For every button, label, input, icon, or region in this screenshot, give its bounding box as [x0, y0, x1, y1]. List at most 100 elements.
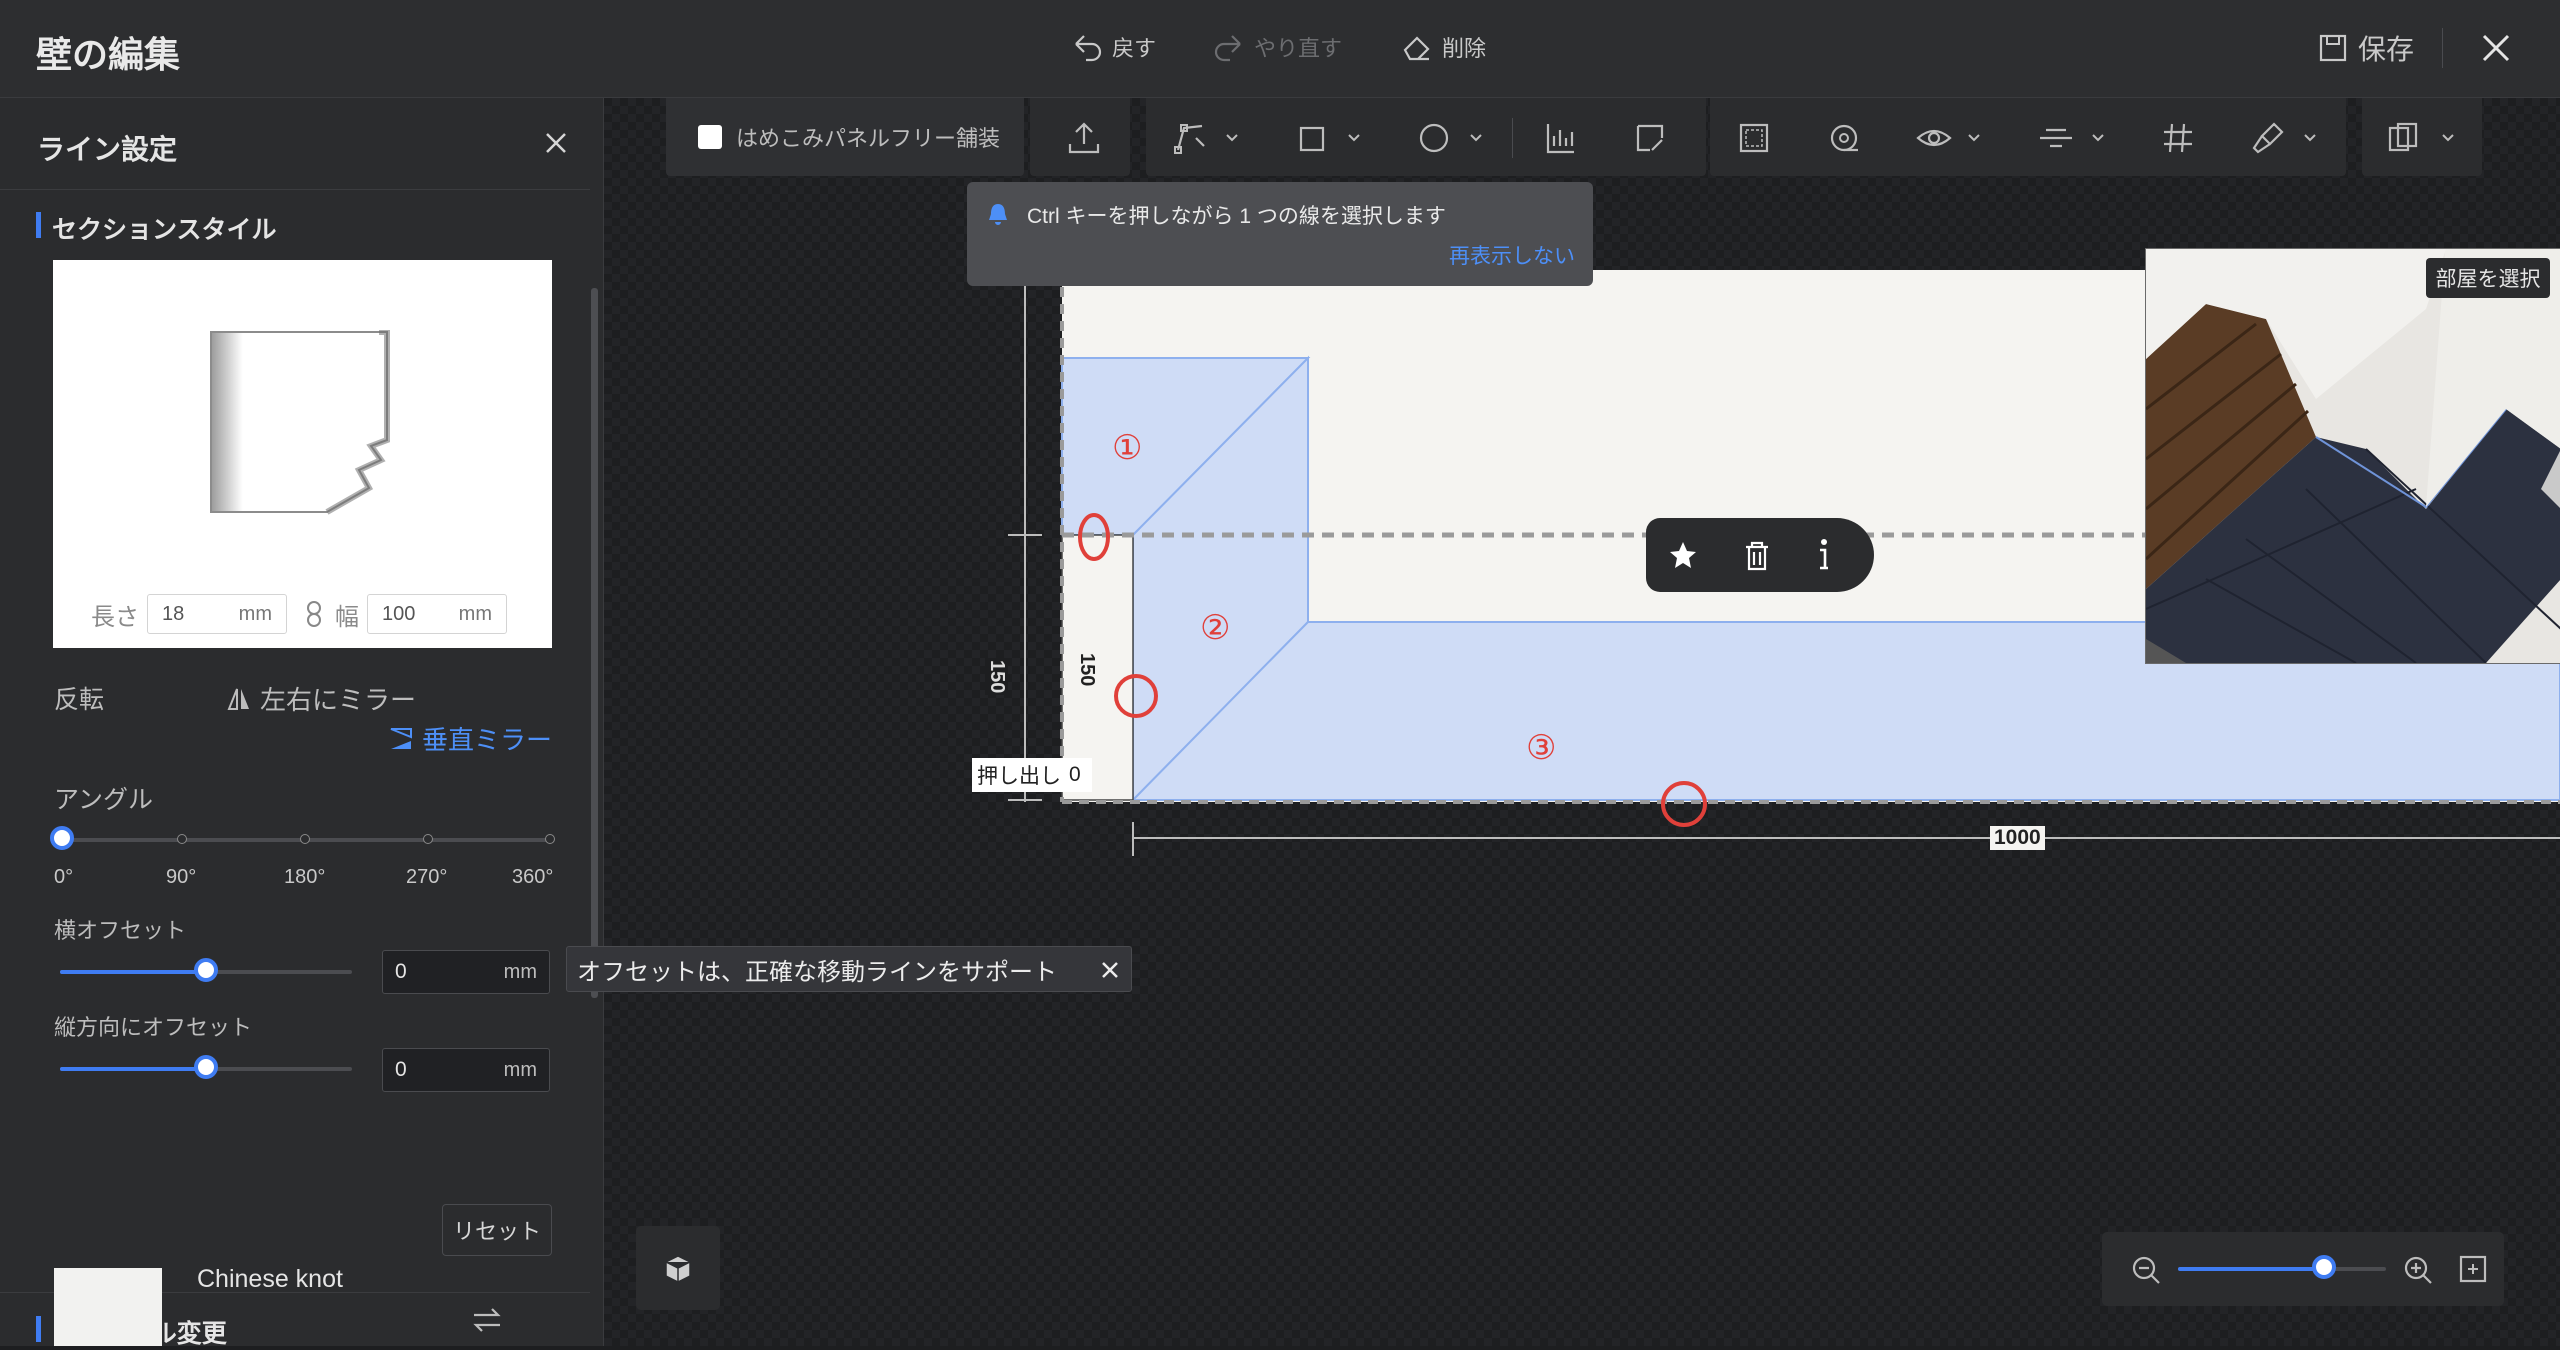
close-icon[interactable]: [2476, 28, 2516, 68]
angle-tick-label: 180°: [284, 866, 326, 888]
zoom-slider-knob[interactable]: [2311, 1255, 2336, 1279]
delete-button[interactable]: 削除: [1400, 30, 1486, 64]
redo-button[interactable]: やり直す: [1212, 30, 1342, 64]
zoom-control: [2102, 1232, 2504, 1306]
horizontal-offset-fill: [60, 970, 206, 974]
zoom-out-icon[interactable]: [2130, 1254, 2162, 1286]
width-field: 幅 100 mm: [335, 594, 507, 634]
info-icon[interactable]: [1816, 538, 1832, 572]
vertical-offset-input[interactable]: 0 mm: [382, 1048, 550, 1092]
copy-icon[interactable]: [2384, 118, 2424, 158]
view-3d-button[interactable]: [636, 1226, 720, 1310]
chevron-down-icon[interactable]: [1224, 130, 1240, 146]
align-tool-icon[interactable]: [1540, 118, 1580, 158]
measure-tool-icon[interactable]: [1824, 118, 1864, 158]
divider: [1512, 118, 1513, 158]
select-room-button[interactable]: 部屋を選択: [2426, 258, 2550, 298]
offset-tooltip: オフセットは、正確な移動ラインをサポート: [566, 946, 1132, 992]
horizontal-offset-input[interactable]: 0 mm: [382, 950, 550, 994]
brush-icon[interactable]: [2248, 118, 2288, 158]
redo-label: やり直す: [1254, 36, 1343, 61]
save-button[interactable]: 保存: [2318, 28, 2414, 68]
trash-icon[interactable]: [1742, 540, 1772, 572]
mirror-horizontal-label: 左右にミラー: [260, 685, 417, 715]
redo-icon: [1214, 35, 1241, 62]
length-input[interactable]: 18 mm: [147, 594, 287, 634]
delete-label: 削除: [1442, 36, 1487, 61]
save-label: 保存: [2358, 34, 2415, 65]
section-style-heading: セクションスタイル: [36, 210, 277, 246]
link-icon[interactable]: [305, 600, 323, 628]
eye-icon[interactable]: [1914, 118, 1954, 158]
fit-screen-icon[interactable]: [2458, 1254, 2488, 1284]
vertical-offset-fill: [60, 1067, 206, 1071]
chevron-down-icon[interactable]: [1468, 130, 1484, 146]
hint-text: Ctrl キーを押しながら 1 つの線を選択します: [1027, 205, 1446, 228]
extrude-label: 押し出し: [977, 765, 1061, 788]
close-icon[interactable]: [541, 128, 571, 158]
eraser-icon: [1403, 36, 1430, 61]
horizontal-offset-knob[interactable]: [194, 958, 218, 982]
reset-button[interactable]: リセット: [442, 1204, 552, 1256]
vertical-offset-label: 縦方向にオフセット: [54, 1015, 253, 1040]
material-name: Chinese knot: [197, 1265, 343, 1293]
seamless-checkbox[interactable]: [698, 125, 722, 149]
length-label: 長さ: [91, 603, 139, 631]
horizontal-offset-label: 横オフセット: [54, 918, 187, 943]
room-3d-image: [2146, 249, 2560, 663]
seamless-paving-toggle[interactable]: はめこみパネルフリー舗装: [666, 98, 1024, 176]
bell-icon: [989, 204, 1007, 225]
swap-icon[interactable]: [470, 1305, 504, 1335]
angle-tick-label: 90°: [166, 866, 197, 888]
mirror-vertical-label: 垂直ミラー: [422, 725, 553, 755]
polyline-tool-icon[interactable]: [1170, 118, 1210, 158]
chevron-down-icon[interactable]: [2440, 130, 2456, 146]
width-label: 幅: [335, 603, 359, 631]
angle-tick: [545, 834, 555, 844]
angle-tick-label: 0°: [54, 866, 74, 888]
chevron-down-icon[interactable]: [1346, 130, 1362, 146]
panel-scrollbar[interactable]: [591, 288, 598, 998]
dimension-label-left: 150: [985, 658, 1008, 696]
save-icon: [2319, 34, 2347, 62]
section-preview: 長さ 18 mm 幅 100 mm: [53, 260, 552, 648]
panel-title: ライン設定: [37, 134, 178, 165]
dimension-label-inner: 150: [1076, 653, 1098, 687]
room-3d-preview[interactable]: [2145, 248, 2560, 664]
zoom-in-icon[interactable]: [2402, 1254, 2434, 1286]
close-icon[interactable]: [1099, 959, 1121, 981]
edit-area-icon[interactable]: [1630, 118, 1670, 158]
select-area-icon[interactable]: [1734, 118, 1774, 158]
upload-icon[interactable]: [1064, 118, 1104, 158]
mirror-vertical-icon: [390, 727, 412, 749]
chevron-down-icon[interactable]: [2302, 130, 2318, 146]
circle-tool-icon[interactable]: [1414, 118, 1454, 158]
marker-label-1: ①: [1112, 429, 1143, 467]
extrude-field[interactable]: 押し出し 0: [972, 758, 1092, 792]
mirror-horizontal-button[interactable]: 左右にミラー: [226, 680, 416, 717]
distribute-icon[interactable]: [2036, 118, 2076, 158]
chevron-down-icon[interactable]: [1966, 130, 1982, 146]
dont-show-again-link[interactable]: 再表示しない: [1449, 240, 1575, 270]
marker-label-3: ③: [1526, 729, 1557, 767]
divider: [2442, 28, 2443, 68]
mirror-vertical-button[interactable]: 垂直ミラー: [388, 720, 552, 757]
extrude-value[interactable]: 0: [1069, 763, 1081, 787]
undo-button[interactable]: 戻す: [1070, 30, 1156, 64]
section-profile-image: [210, 330, 390, 515]
vertical-offset-knob[interactable]: [194, 1055, 218, 1079]
material-thumbnail[interactable]: [54, 1268, 162, 1346]
dimension-label-bottom: 1000: [1990, 826, 2045, 850]
rectangle-tool-icon[interactable]: [1292, 118, 1332, 158]
chevron-down-icon[interactable]: [2090, 130, 2106, 146]
zoom-slider-fill: [2178, 1267, 2324, 1271]
angle-slider-knob[interactable]: [50, 826, 74, 850]
top-bar: 壁の編集 戻す やり直す 削除 保存: [0, 0, 2560, 98]
marker-label-2: ②: [1200, 609, 1231, 647]
page-title: 壁の編集: [36, 34, 181, 75]
angle-tick-label: 270°: [406, 866, 448, 888]
star-icon[interactable]: [1668, 540, 1698, 570]
length-field: 長さ 18 mm: [91, 594, 287, 634]
width-input[interactable]: 100 mm: [367, 594, 507, 634]
grid-icon[interactable]: [2158, 118, 2198, 158]
